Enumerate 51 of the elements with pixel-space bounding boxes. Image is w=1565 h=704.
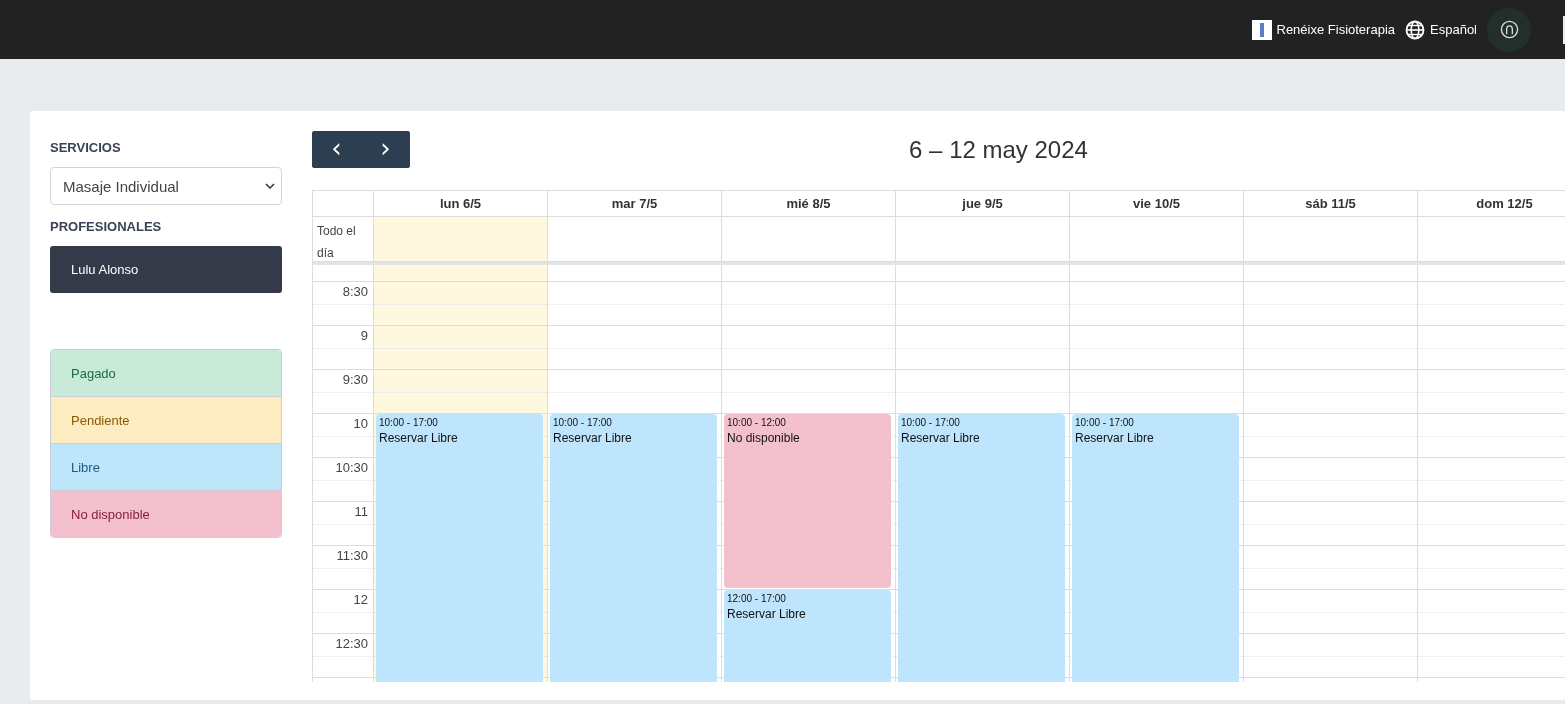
calendar-event[interactable]: 10:00 - 12:00 No disponible bbox=[724, 414, 891, 588]
time-label: 11:30 bbox=[336, 547, 369, 565]
day-header: vie 10/5 bbox=[1133, 196, 1180, 211]
calendar-event[interactable]: 10:00 - 17:00 Reservar Libre bbox=[550, 414, 717, 682]
day-header: mar 7/5 bbox=[611, 196, 658, 211]
calendar-event[interactable]: 10:00 - 17:00 Reservar Libre bbox=[1072, 414, 1239, 682]
legend-item: Pagado bbox=[51, 350, 281, 397]
language-selector[interactable]: Español bbox=[1405, 19, 1477, 40]
service-select[interactable]: Masaje Individual bbox=[50, 167, 282, 205]
time-label: 8:30 bbox=[342, 283, 369, 301]
time-label: 11 bbox=[354, 503, 369, 521]
calendar-event[interactable]: 10:00 - 17:00 Reservar Libre bbox=[898, 414, 1065, 682]
event-time: 10:00 - 17:00 bbox=[379, 417, 438, 428]
day-header: sáb 11/5 bbox=[1305, 196, 1356, 211]
clinic-link[interactable]: Renéixe Fisioterapia bbox=[1251, 19, 1395, 40]
time-label: 9 bbox=[360, 327, 369, 345]
user-icon bbox=[1499, 20, 1519, 39]
time-label: 9:30 bbox=[342, 371, 369, 389]
event-title: Reservar Libre bbox=[1075, 431, 1154, 445]
calendar-event[interactable]: 12:00 - 17:00 Reservar Libre bbox=[724, 590, 891, 682]
legend-item: No disponible bbox=[51, 491, 281, 537]
event-title: Reservar Libre bbox=[727, 607, 806, 621]
time-label: 10:30 bbox=[335, 459, 369, 477]
event-title: Reservar Libre bbox=[379, 431, 458, 445]
calendar-title: 6 – 12 may 2024 bbox=[909, 135, 1088, 164]
day-header: lun 6/5 bbox=[439, 196, 482, 211]
all-day-label: Todo el día bbox=[317, 224, 356, 260]
day-header: jue 9/5 bbox=[962, 196, 1003, 211]
globe-icon bbox=[1405, 19, 1425, 40]
chevron-down-icon bbox=[265, 183, 275, 189]
professional-item[interactable]: Lulu Alonso bbox=[50, 246, 282, 293]
event-time: 10:00 - 17:00 bbox=[901, 417, 960, 428]
event-title: No disponible bbox=[727, 431, 800, 445]
section-label: SERVICIOS bbox=[50, 140, 122, 155]
time-label: 10 bbox=[353, 415, 369, 433]
event-title: Reservar Libre bbox=[553, 431, 632, 445]
calendar-event[interactable]: 10:00 - 17:00 Reservar Libre bbox=[376, 414, 543, 682]
event-time: 10:00 - 12:00 bbox=[727, 417, 786, 428]
event-time: 10:00 - 17:00 bbox=[1075, 417, 1134, 428]
legend-item: Pendiente bbox=[51, 397, 281, 444]
day-header: dom 12/5 bbox=[1476, 196, 1533, 211]
legend-item: Libre bbox=[51, 444, 281, 491]
time-label: 12:30 bbox=[335, 635, 369, 653]
event-title: Reservar Libre bbox=[901, 431, 980, 445]
section-label: PROFESIONALES bbox=[50, 219, 163, 234]
day-header: mié 8/5 bbox=[786, 196, 831, 211]
time-label: 12 bbox=[353, 591, 369, 609]
event-time: 12:00 - 17:00 bbox=[727, 593, 786, 604]
event-time: 10:00 - 17:00 bbox=[553, 417, 612, 428]
user-avatar-button[interactable] bbox=[1487, 7, 1531, 52]
logo-icon bbox=[1251, 19, 1272, 40]
